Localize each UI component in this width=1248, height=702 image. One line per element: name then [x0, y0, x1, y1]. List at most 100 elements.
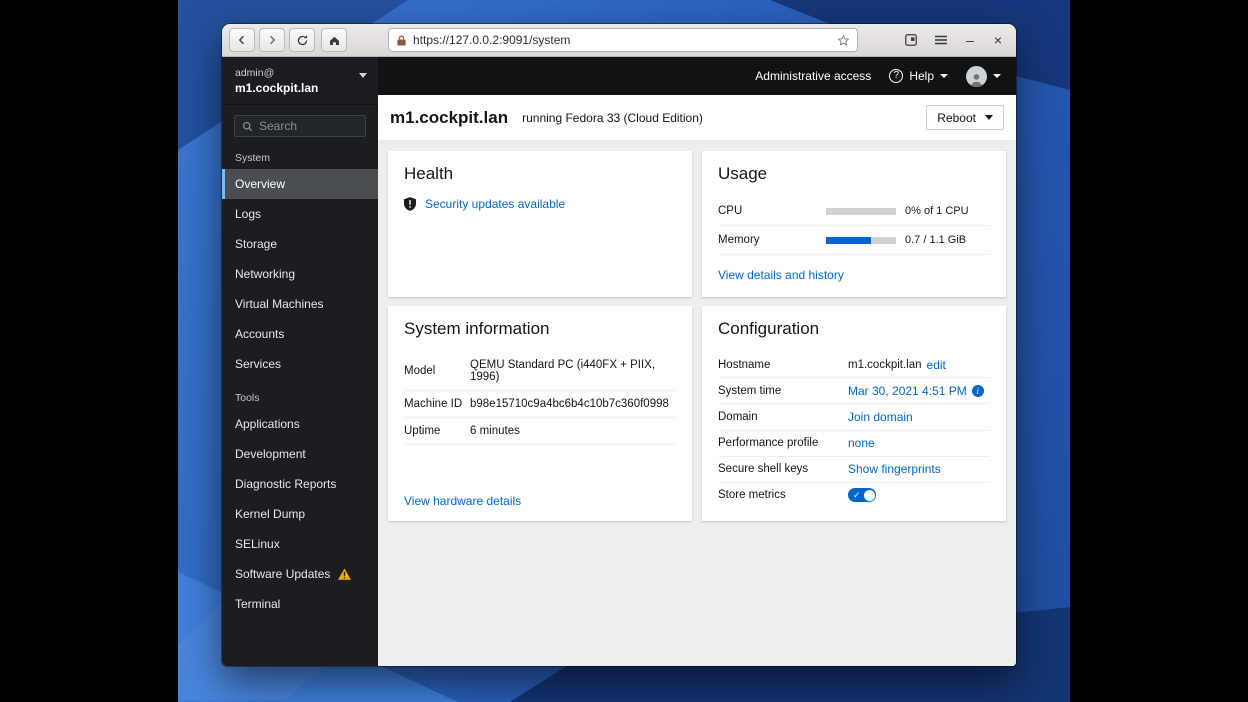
- help-menu[interactable]: ? Help: [889, 69, 948, 83]
- view-hardware-details-link[interactable]: View hardware details: [404, 494, 676, 508]
- performance-profile-label: Performance profile: [718, 437, 848, 449]
- machine-id-label: Machine ID: [404, 398, 470, 410]
- usage-row-cpu: CPU 0% of 1 CPU: [718, 197, 990, 226]
- memory-progress-fill: [826, 237, 871, 244]
- sidebar-item-label: Software Updates: [235, 567, 330, 581]
- address-bar[interactable]: https://127.0.0.2:9091/system: [388, 28, 858, 52]
- minimize-button[interactable]: –: [959, 28, 981, 52]
- page-title: m1.cockpit.lan: [390, 108, 508, 128]
- search-placeholder: Search: [259, 119, 297, 133]
- sidebar-item-overview[interactable]: Overview: [222, 169, 378, 199]
- config-row-store-metrics: Store metrics ✓: [718, 483, 990, 508]
- sidebar-item-accounts[interactable]: Accounts: [222, 319, 378, 349]
- home-button[interactable]: [321, 28, 347, 52]
- app-header: Administrative access ? Help: [378, 57, 1016, 95]
- hostname-label: Hostname: [718, 359, 848, 371]
- memory-label: Memory: [718, 234, 826, 246]
- hostname-edit-link[interactable]: edit: [927, 358, 946, 372]
- store-metrics-toggle[interactable]: ✓: [848, 488, 876, 502]
- sidebar-item-selinux[interactable]: SELinux: [222, 529, 378, 559]
- card-title-system-information: System information: [404, 319, 676, 339]
- sidebar-item-diagnostic-reports[interactable]: Diagnostic Reports: [222, 469, 378, 499]
- sidebar-item-applications[interactable]: Applications: [222, 409, 378, 439]
- masthead: m1.cockpit.lan running Fedora 33 (Cloud …: [378, 95, 1016, 140]
- toggle-knob: [864, 490, 875, 501]
- back-icon: [236, 34, 248, 46]
- nav-section-system: System: [222, 139, 378, 169]
- info-row-model: Model QEMU Standard PC (i440FX + PIIX, 1…: [404, 352, 676, 391]
- card-title-health: Health: [404, 164, 676, 184]
- os-subtitle: running Fedora 33 (Cloud Edition): [522, 111, 703, 125]
- close-button[interactable]: ×: [987, 28, 1009, 52]
- reload-button[interactable]: [289, 28, 315, 52]
- config-row-domain: Domain Join domain: [718, 404, 990, 430]
- avatar: [966, 66, 987, 87]
- user-menu[interactable]: admin@ m1.cockpit.lan: [222, 57, 378, 105]
- secure-shell-keys-label: Secure shell keys: [718, 463, 848, 475]
- uptime-label: Uptime: [404, 425, 470, 437]
- menu-button[interactable]: [929, 28, 953, 52]
- system-time-link[interactable]: Mar 30, 2021 4:51 PM: [848, 384, 967, 398]
- card-title-configuration: Configuration: [718, 319, 990, 339]
- info-row-uptime: Uptime 6 minutes: [404, 418, 676, 445]
- model-label: Model: [404, 365, 470, 377]
- card-title-usage: Usage: [718, 164, 990, 184]
- show-fingerprints-link[interactable]: Show fingerprints: [848, 462, 941, 476]
- memory-progress-bar: [826, 237, 896, 244]
- sidebar-item-services[interactable]: Services: [222, 349, 378, 379]
- bookmark-star-icon[interactable]: [837, 34, 850, 47]
- forward-button[interactable]: [259, 28, 285, 52]
- user-name: admin@: [235, 66, 352, 80]
- reboot-button[interactable]: Reboot: [926, 105, 1004, 130]
- health-item: Security updates available: [404, 197, 676, 211]
- config-row-system-time: System time Mar 30, 2021 4:51 PM i: [718, 378, 990, 404]
- system-time-label: System time: [718, 385, 848, 397]
- chevron-down-icon: [359, 73, 367, 78]
- search-icon: [242, 121, 253, 132]
- uptime-value: 6 minutes: [470, 425, 520, 437]
- sidebar: admin@ m1.cockpit.lan Search System Over…: [222, 57, 378, 666]
- search-input[interactable]: Search: [234, 115, 366, 137]
- security-lock-icon[interactable]: [396, 34, 407, 47]
- chevron-down-icon: [940, 74, 948, 78]
- cpu-value: 0% of 1 CPU: [905, 205, 969, 217]
- sidebar-item-storage[interactable]: Storage: [222, 229, 378, 259]
- security-updates-link[interactable]: Security updates available: [425, 197, 565, 211]
- join-domain-link[interactable]: Join domain: [848, 410, 913, 424]
- config-row-performance-profile: Performance profile none: [718, 431, 990, 457]
- cpu-label: CPU: [718, 205, 826, 217]
- help-icon: ?: [889, 69, 903, 83]
- nav-section-tools: Tools: [222, 379, 378, 409]
- sidebar-item-networking[interactable]: Networking: [222, 259, 378, 289]
- url-text[interactable]: https://127.0.0.2:9091/system: [413, 33, 831, 47]
- forward-icon: [266, 34, 278, 46]
- user-icon: [969, 72, 984, 87]
- view-details-history-link[interactable]: View details and history: [718, 268, 990, 282]
- home-icon: [328, 34, 341, 47]
- info-row-machine-id: Machine ID b98e15710c9a4bc6b4c10b7c360f0…: [404, 391, 676, 418]
- browser-toolbar: https://127.0.0.2:9091/system – ×: [222, 24, 1016, 57]
- user-host: m1.cockpit.lan: [235, 80, 352, 96]
- sidebar-item-software-updates[interactable]: Software Updates: [222, 559, 378, 589]
- shield-icon: [404, 197, 416, 211]
- performance-profile-link[interactable]: none: [848, 436, 875, 450]
- cpu-progress-bar: [826, 208, 896, 215]
- memory-value: 0.7 / 1.1 GiB: [905, 234, 966, 246]
- tab-overview-button[interactable]: [899, 28, 923, 52]
- chevron-down-icon: [993, 74, 1001, 78]
- domain-label: Domain: [718, 411, 848, 423]
- toolbar-right-group: – ×: [899, 28, 1009, 52]
- admin-access-indicator[interactable]: Administrative access: [755, 69, 871, 83]
- session-menu[interactable]: [966, 66, 1001, 87]
- help-label: Help: [909, 69, 934, 83]
- sidebar-item-terminal[interactable]: Terminal: [222, 589, 378, 619]
- back-button[interactable]: [229, 28, 255, 52]
- sidebar-item-virtual-machines[interactable]: Virtual Machines: [222, 289, 378, 319]
- model-value: QEMU Standard PC (i440FX + PIIX, 1996): [470, 359, 676, 383]
- sidebar-item-development[interactable]: Development: [222, 439, 378, 469]
- sidebar-item-kernel-dump[interactable]: Kernel Dump: [222, 499, 378, 529]
- tab-overview-icon: [904, 33, 918, 47]
- sidebar-item-logs[interactable]: Logs: [222, 199, 378, 229]
- info-icon[interactable]: i: [972, 385, 984, 397]
- reboot-label: Reboot: [937, 111, 976, 125]
